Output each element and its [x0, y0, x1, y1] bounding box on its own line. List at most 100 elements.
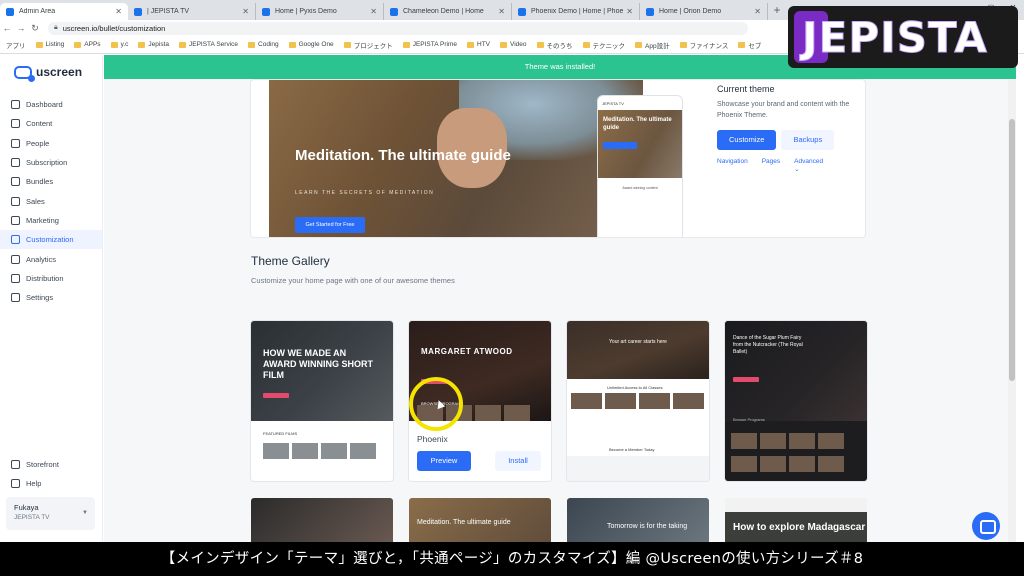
- theme-card-mini-button: [263, 393, 289, 398]
- chevron-down-icon: ▼: [82, 510, 88, 516]
- scrollbar[interactable]: [1008, 79, 1016, 542]
- install-button[interactable]: Install: [495, 451, 541, 471]
- folder-icon: [536, 41, 544, 48]
- theme-card[interactable]: Dance of the Sugar Plum Fairy from the N…: [725, 321, 867, 481]
- bookmark[interactable]: Listing: [35, 41, 64, 48]
- bookmark[interactable]: y.c: [110, 41, 129, 48]
- close-icon[interactable]: ✕: [242, 7, 249, 16]
- theme-card[interactable]: Tomorrow is for the taking: [567, 498, 709, 542]
- account-switcher[interactable]: Fukaya JEPISTA TV ▼: [6, 497, 95, 530]
- theme-card-headline: Meditation. The ultimate guide: [417, 519, 511, 526]
- bookmark[interactable]: Google One: [288, 41, 334, 48]
- video-subtitle: 【メインデザイン「テーマ」選びと，「共通ページ」のカスタマイズ】編 @Uscre…: [0, 542, 1024, 576]
- back-icon[interactable]: ←: [0, 23, 14, 33]
- brand-logo[interactable]: uscreen: [14, 65, 83, 82]
- sidebar-item-distribution[interactable]: Distribution: [0, 269, 102, 288]
- bookmark[interactable]: Video: [500, 41, 527, 48]
- tab-favicon-icon: [134, 7, 142, 16]
- bookmark[interactable]: APPs: [74, 41, 101, 48]
- close-icon[interactable]: ✕: [370, 7, 377, 16]
- sidebar-item-content[interactable]: Content: [0, 114, 102, 133]
- brand-name: uscreen: [36, 65, 83, 79]
- sidebar-item-help[interactable]: Help: [0, 474, 102, 493]
- browser-tab[interactable]: | JEPISTA TV ✕: [128, 3, 256, 20]
- sidebar-item-marketing[interactable]: Marketing: [0, 211, 102, 230]
- preview-button[interactable]: Preview: [417, 451, 471, 471]
- sidebar-item-bundles[interactable]: Bundles: [0, 172, 102, 191]
- backups-button[interactable]: Backups: [781, 130, 835, 150]
- folder-icon: [35, 41, 43, 48]
- close-icon[interactable]: ✕: [498, 7, 505, 16]
- tab-title: Phoenix Demo | Home | Phoenix: [531, 8, 624, 15]
- bookmark[interactable]: Coding: [248, 41, 279, 48]
- chevron-down-icon: ⌄: [794, 166, 800, 173]
- theme-info: Current theme Showcase your brand and co…: [717, 84, 857, 173]
- bookmark-label: セブ: [748, 42, 762, 50]
- dashboard-icon: [11, 100, 20, 110]
- forward-icon[interactable]: →: [14, 23, 28, 33]
- browser-tab[interactable]: Phoenix Demo | Home | Phoenix ✕: [512, 3, 640, 20]
- bookmark[interactable]: Jepista: [138, 41, 169, 48]
- hero-cta-button: Get Started for Free: [295, 217, 365, 233]
- bookmark[interactable]: セブ: [738, 40, 761, 50]
- distribution-icon: [11, 273, 20, 283]
- tab-favicon-icon: [390, 7, 398, 16]
- bookmark-label: プロジェクト: [353, 42, 393, 50]
- bookmark[interactable]: App設計: [635, 40, 670, 50]
- sidebar-item-analytics[interactable]: Analytics: [0, 249, 102, 268]
- help-icon: [11, 479, 20, 489]
- people-icon: [11, 138, 20, 148]
- sidebar-item-dashboard[interactable]: Dashboard: [0, 95, 102, 114]
- sidebar-item-customization[interactable]: Customization: [0, 230, 102, 250]
- hero-subtitle: LEARN THE SECRETS OF MEDITATION: [295, 190, 435, 196]
- bookmark[interactable]: テクニック: [582, 40, 625, 50]
- bookmark[interactable]: ファイナンス: [679, 40, 728, 50]
- analytics-icon: [11, 254, 20, 264]
- theme-card[interactable]: HOW WE MADE AN AWARD WINNING SHORT FILM …: [251, 321, 393, 481]
- bookmark-label: y.c: [120, 41, 129, 48]
- sidebar-item-label: Settings: [26, 293, 54, 303]
- theme-card-caption: Browse Programs: [733, 417, 765, 422]
- theme-card[interactable]: Meditation. The ultimate guide: [409, 498, 551, 542]
- close-icon[interactable]: ✕: [115, 7, 122, 16]
- bookmark[interactable]: HTV: [467, 41, 490, 48]
- theme-card[interactable]: Your art career starts here Unlimited Ac…: [567, 321, 709, 481]
- browser-tab[interactable]: Home | Pyxis Demo ✕: [256, 3, 384, 20]
- sidebar-item-label: Distribution: [26, 273, 64, 283]
- pages-link[interactable]: Pages: [762, 158, 780, 173]
- close-icon[interactable]: ✕: [754, 7, 761, 16]
- browser-tab[interactable]: Chameleon Demo | Home ✕: [384, 3, 512, 20]
- new-tab-button[interactable]: +: [768, 3, 786, 20]
- sidebar-item-storefront[interactable]: Storefront: [0, 455, 102, 474]
- chat-icon[interactable]: [972, 512, 1000, 540]
- reload-icon[interactable]: ↻: [28, 23, 42, 34]
- customize-button[interactable]: Customize: [717, 130, 777, 150]
- url-input[interactable]: 🔒︎ uscreen.io/bullet/customization: [48, 21, 748, 35]
- theme-card-caption: Unlimited Access to All Classes: [607, 385, 663, 390]
- url-text: uscreen.io/bullet/customization: [62, 23, 166, 33]
- bookmark[interactable]: JEPISTA Service: [179, 41, 238, 48]
- theme-card-headline: MARGARET ATWOOD: [421, 347, 513, 356]
- current-theme-description: Showcase your brand and content with the…: [717, 101, 850, 119]
- sidebar-item-sales[interactable]: Sales: [0, 191, 102, 210]
- theme-card[interactable]: [251, 498, 393, 542]
- bookmark[interactable]: プロジェクト: [343, 40, 393, 50]
- theme-card[interactable]: How to explore Madagascar: [725, 498, 867, 542]
- browser-tab[interactable]: Admin Area ✕: [0, 3, 128, 20]
- bookmark-label: アプリ: [6, 42, 26, 50]
- sidebar-item-subscription[interactable]: Subscription: [0, 153, 102, 172]
- sidebar-item-people[interactable]: People: [0, 134, 102, 153]
- advanced-link[interactable]: Advanced ⌄: [794, 158, 843, 173]
- bookmark-label: APPs: [84, 41, 101, 48]
- sidebar-item-settings[interactable]: Settings: [0, 288, 102, 307]
- navigation-link[interactable]: Navigation: [717, 158, 748, 173]
- close-icon[interactable]: ✕: [626, 7, 633, 16]
- scrollbar-thumb[interactable]: [1009, 119, 1015, 381]
- browser-tab[interactable]: Home | Orion Demo ✕: [640, 3, 768, 20]
- bookmark[interactable]: JEPISTA Prime: [402, 41, 457, 48]
- subscription-icon: [11, 158, 20, 168]
- bookmark[interactable]: アプリ: [6, 40, 26, 50]
- uscreen-logo-icon: [14, 65, 35, 82]
- current-theme-card: Meditation. The ultimate guide LEARN THE…: [250, 79, 866, 238]
- bookmark[interactable]: そのうち: [536, 40, 573, 50]
